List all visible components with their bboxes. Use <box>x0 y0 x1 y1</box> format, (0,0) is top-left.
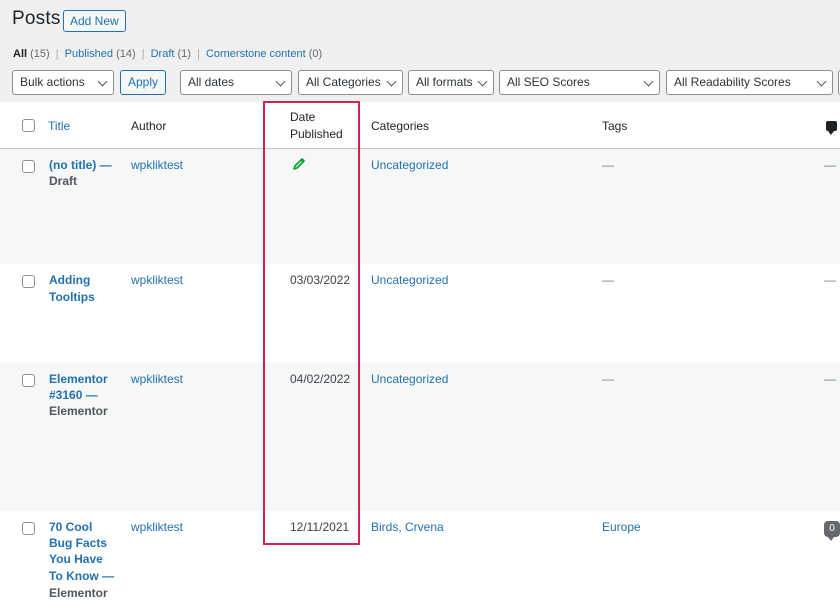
format-filter-select[interactable]: All formats <box>408 70 494 95</box>
column-categories: Categories <box>371 119 430 133</box>
table-row: Adding Tooltips wpkliktest 03/03/2022 Un… <box>0 264 840 363</box>
post-title-link[interactable]: #3160 — <box>49 387 98 403</box>
table-row: (no title) — Draft wpkliktest Uncategori… <box>0 149 840 264</box>
row-checkbox[interactable] <box>22 374 35 387</box>
column-title[interactable]: Title <box>48 118 70 134</box>
post-state: Elementor <box>49 586 108 600</box>
tags-value: — <box>602 372 614 386</box>
row-checkbox[interactable] <box>22 275 35 288</box>
seo-score-filter-value: All SEO Scores <box>507 75 590 89</box>
post-title-link[interactable]: (no title) — <box>49 157 112 173</box>
filter-separator: | <box>197 48 200 60</box>
post-title-link[interactable]: 70 Cool <box>49 519 92 535</box>
author-link[interactable]: wpkliktest <box>131 371 183 387</box>
readability-filter-value: All Readability Scores <box>674 75 791 89</box>
filter-published[interactable]: Published <box>65 48 113 60</box>
post-status-filters: All (15) | Published (14) | Draft (1) | … <box>13 48 322 60</box>
post-title-link[interactable]: To Know — <box>49 568 114 584</box>
tags-value: — <box>602 273 614 287</box>
post-title-link[interactable]: You Have <box>49 551 103 567</box>
post-title-link[interactable]: Elementor <box>49 371 108 387</box>
comment-icon[interactable] <box>826 121 837 135</box>
category-link[interactable]: Uncategorized <box>371 371 448 387</box>
row-checkbox[interactable] <box>22 522 35 535</box>
select-all-checkbox[interactable] <box>22 119 35 132</box>
filter-separator: | <box>55 48 59 60</box>
tags-value: — <box>602 158 614 172</box>
post-state: Elementor <box>49 404 108 418</box>
filter-published-count: (14) <box>116 48 136 60</box>
readability-filter-select[interactable]: All Readability Scores <box>666 70 833 95</box>
post-title-link[interactable]: Tooltips <box>49 289 95 305</box>
row-checkbox[interactable] <box>22 160 35 173</box>
table-row: Elementor #3160 — Elementor wpkliktest 0… <box>0 363 840 511</box>
tag-link[interactable]: Europe <box>602 519 641 535</box>
chevron-down-icon <box>386 76 397 87</box>
chevron-down-icon <box>97 76 108 87</box>
table-row: 70 Cool Bug Facts You Have To Know — Ele… <box>0 511 840 606</box>
comments-value: — <box>824 273 836 287</box>
filter-all[interactable]: All <box>13 48 27 60</box>
comment-count-bubble[interactable]: 0 <box>824 521 840 541</box>
date-filter-value: All dates <box>188 75 235 89</box>
bulk-actions-select[interactable]: Bulk actions <box>12 70 114 95</box>
column-date-line2[interactable]: Published <box>290 126 343 142</box>
filter-separator: | <box>141 48 145 60</box>
format-filter-value: All formats <box>416 75 473 89</box>
column-tags: Tags <box>602 119 628 133</box>
bulk-actions-value: Bulk actions <box>20 75 85 89</box>
author-link[interactable]: wpkliktest <box>131 157 183 173</box>
apply-button[interactable]: Apply <box>120 70 166 95</box>
filter-all-count: (15) <box>30 48 50 60</box>
chevron-down-icon <box>275 76 286 87</box>
category-link[interactable]: Uncategorized <box>371 157 448 173</box>
publish-date: 04/02/2022 <box>290 372 351 386</box>
seo-score-filter-select[interactable]: All SEO Scores <box>499 70 660 95</box>
chevron-down-icon <box>643 76 654 87</box>
column-date-line1[interactable]: Date <box>290 109 315 125</box>
filter-cornerstone[interactable]: Cornerstone content <box>206 48 306 60</box>
filter-draft[interactable]: Draft <box>151 48 175 60</box>
column-author: Author <box>131 119 167 133</box>
posts-table: Title Author Date Published Categories T… <box>0 102 840 606</box>
publish-date: 03/03/2022 <box>290 273 351 287</box>
publish-date: 12/11/2021 <box>290 520 350 534</box>
post-title-link[interactable]: Bug Facts <box>49 535 107 551</box>
category-link[interactable]: Birds, Crvena <box>371 519 444 535</box>
add-new-button[interactable]: Add New <box>63 10 126 32</box>
chevron-down-icon <box>816 76 827 87</box>
chevron-down-icon <box>477 76 488 87</box>
category-filter-select[interactable]: All Categories <box>298 70 403 95</box>
filter-draft-count: (1) <box>177 48 191 60</box>
post-title-link[interactable]: Adding <box>49 272 90 288</box>
post-state: Draft <box>49 174 78 188</box>
category-filter-value: All Categories <box>306 75 381 89</box>
filter-cornerstone-count: (0) <box>308 48 323 60</box>
comments-value: — <box>824 372 836 386</box>
table-header: Title Author Date Published Categories T… <box>0 102 840 149</box>
comments-value: — <box>824 158 836 172</box>
category-link[interactable]: Uncategorized <box>371 272 448 288</box>
pencil-icon <box>292 157 306 175</box>
author-link[interactable]: wpkliktest <box>131 272 183 288</box>
author-link[interactable]: wpkliktest <box>131 519 183 535</box>
page-title: Posts <box>12 8 61 29</box>
date-filter-select[interactable]: All dates <box>180 70 292 95</box>
